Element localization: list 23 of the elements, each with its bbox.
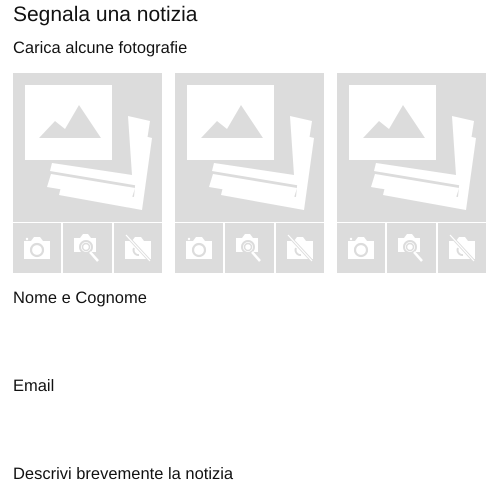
remove-photo-button[interactable] (276, 223, 324, 273)
camera-off-icon (122, 234, 153, 262)
camera-icon (22, 236, 52, 260)
take-photo-button[interactable] (13, 223, 62, 273)
photos-placeholder-icon[interactable] (13, 73, 162, 222)
field-label: Email (13, 376, 56, 396)
remove-photo-button[interactable] (438, 223, 486, 273)
take-photo-button[interactable] (337, 223, 386, 273)
browse-photo-button[interactable] (387, 223, 436, 273)
camera-off-icon (284, 234, 315, 262)
camera-icon (184, 236, 214, 260)
field-label: Nome e Cognome (13, 288, 148, 308)
field-label: Descrivi brevemente la notizia (13, 464, 234, 484)
page-title: Segnala una notizia (13, 2, 198, 28)
browse-photo-button[interactable] (63, 223, 112, 273)
camera-icon (346, 236, 376, 260)
photos-placeholder-icon[interactable] (337, 73, 486, 222)
section-label: Carica alcune fotografie (13, 38, 188, 58)
remove-photo-button[interactable] (114, 223, 162, 273)
browse-photo-button[interactable] (225, 223, 274, 273)
camera-off-icon (446, 234, 477, 262)
take-photo-button[interactable] (175, 223, 224, 273)
photos-placeholder-icon[interactable] (175, 73, 324, 222)
